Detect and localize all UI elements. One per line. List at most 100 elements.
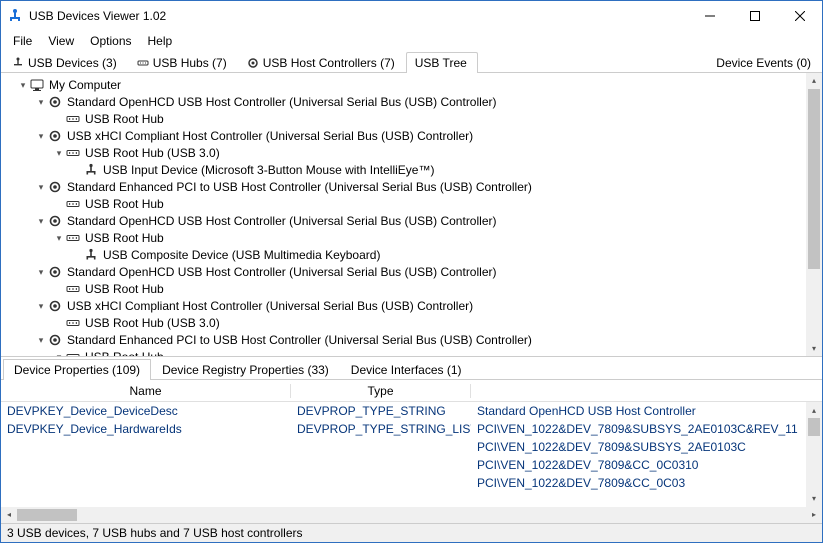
tree-label: Standard Enhanced PCI to USB Host Contro… (65, 180, 532, 194)
tree-expander[interactable]: ▾ (35, 97, 47, 108)
scrollbar-thumb[interactable] (808, 418, 820, 436)
tree-label: USB Root Hub (83, 197, 164, 211)
table-horizontal-scrollbar[interactable]: ◂ ▸ (1, 507, 822, 523)
table-row[interactable]: PCI\VEN_1022&DEV_7809&CC_0C03 (1, 474, 822, 492)
gear-icon (47, 95, 63, 109)
tree-expander[interactable]: ▾ (17, 80, 29, 91)
tree-label: Standard OpenHCD USB Host Controller (Un… (65, 95, 496, 109)
usb-icon (12, 57, 24, 69)
tree-row[interactable]: ▾ USB Root Hub (5, 349, 822, 356)
gear-icon (47, 299, 63, 313)
tree-view[interactable]: ▾My Computer▾Standard OpenHCD USB Host C… (1, 73, 822, 356)
tab-label: USB Host Controllers (7) (263, 56, 395, 70)
hub-icon (137, 57, 149, 69)
vertical-scrollbar[interactable]: ▴ ▾ (806, 73, 822, 356)
tree-row[interactable]: ▾Standard OpenHCD USB Host Controller (U… (5, 213, 822, 230)
menu-view[interactable]: View (40, 32, 82, 50)
tab-label: USB Hubs (7) (153, 56, 227, 70)
tree-row[interactable]: USB Root Hub (5, 281, 822, 298)
property-table[interactable]: Name Type DEVPKEY_Device_DeviceDescDEVPR… (1, 380, 822, 507)
tree-label: Standard OpenHCD USB Host Controller (Un… (65, 265, 496, 279)
tab-usb-hubs[interactable]: USB Hubs (7) (128, 52, 238, 73)
gear-icon (247, 57, 259, 69)
tab-usb-devices[interactable]: USB Devices (3) (3, 52, 128, 73)
minimize-button[interactable] (687, 1, 732, 31)
scroll-right-arrow[interactable]: ▸ (806, 510, 822, 519)
cell-value: PCI\VEN_1022&DEV_7809&SUBSYS_2AE0103C&RE… (471, 422, 822, 436)
tab-usb-tree[interactable]: USB Tree (406, 52, 478, 73)
titlebar: USB Devices Viewer 1.02 (1, 1, 822, 31)
tree-expander[interactable]: ▾ (35, 335, 47, 346)
scroll-down-arrow[interactable]: ▾ (806, 491, 822, 507)
tree-label: USB Root Hub (83, 282, 164, 296)
scroll-up-arrow[interactable]: ▴ (806, 402, 822, 418)
menu-options[interactable]: Options (82, 32, 139, 50)
maximize-button[interactable] (732, 1, 777, 31)
tree-label: USB Root Hub (USB 3.0) (83, 316, 220, 330)
tree-label: USB Root Hub (83, 350, 164, 356)
hub-icon (65, 146, 81, 160)
tree-row[interactable]: ▾USB Root Hub (5, 230, 822, 247)
tree-expander[interactable]: ▾ (35, 301, 47, 312)
cell-value: Standard OpenHCD USB Host Controller (471, 404, 822, 418)
tree-row[interactable]: USB Root Hub (5, 196, 822, 213)
tree-expander[interactable]: ▾ (35, 267, 47, 278)
tree-expander[interactable]: ▾ (53, 352, 65, 356)
gear-icon (47, 214, 63, 228)
statusbar: 3 USB devices, 7 USB hubs and 7 USB host… (1, 523, 822, 542)
window-title: USB Devices Viewer 1.02 (29, 9, 166, 23)
tree-label: USB Composite Device (USB Multimedia Key… (101, 248, 380, 262)
header-type[interactable]: Type (291, 384, 471, 398)
tree-expander[interactable]: ▾ (35, 131, 47, 142)
tree-expander[interactable]: ▾ (35, 182, 47, 193)
tree-row[interactable]: USB Input Device (Microsoft 3-Button Mou… (5, 162, 822, 179)
scroll-up-arrow[interactable]: ▴ (806, 73, 822, 89)
tree-expander[interactable]: ▾ (53, 233, 65, 244)
gear-icon (47, 129, 63, 143)
tree-row[interactable]: ▾My Computer (5, 77, 822, 94)
scroll-down-arrow[interactable]: ▾ (806, 340, 822, 356)
status-text: 3 USB devices, 7 USB hubs and 7 USB host… (7, 526, 302, 540)
tree-row[interactable]: ▾ Standard OpenHCD USB Host Controller (U… (5, 264, 822, 281)
header-name[interactable]: Name (1, 384, 291, 398)
tree-row[interactable]: ▾USB xHCI Compliant Host Controller (Uni… (5, 298, 822, 315)
top-tabstrip: USB Devices (3) USB Hubs (7) USB Host Co… (1, 50, 822, 73)
tab-label: Device Registry Properties (33) (162, 363, 329, 377)
tree-row[interactable]: ▾USB Root Hub (USB 3.0) (5, 145, 822, 162)
tab-device-properties[interactable]: Device Properties (109) (3, 359, 151, 380)
hub-icon (65, 231, 81, 245)
scrollbar-thumb[interactable] (17, 509, 77, 521)
tree-row[interactable]: ▾USB xHCI Compliant Host Controller (Uni… (5, 128, 822, 145)
tree-row[interactable]: USB Root Hub (5, 111, 822, 128)
table-header: Name Type (1, 380, 822, 402)
tab-device-events[interactable]: Device Events (0) (707, 52, 822, 73)
table-row[interactable]: PCI\VEN_1022&DEV_7809&CC_0C0310 (1, 456, 822, 474)
table-row[interactable]: DEVPKEY_Device_DeviceDescDEVPROP_TYPE_ST… (1, 402, 822, 420)
cell-value: PCI\VEN_1022&DEV_7809&CC_0C03 (471, 476, 822, 490)
menu-file[interactable]: File (5, 32, 40, 50)
tree-row[interactable]: ▾ Standard Enhanced PCI to USB Host Contr… (5, 179, 822, 196)
tree-row[interactable]: ▾Standard Enhanced PCI to USB Host Contr… (5, 332, 822, 349)
table-vertical-scrollbar[interactable]: ▴ ▾ (806, 402, 822, 507)
hub-icon (65, 350, 81, 356)
scrollbar-thumb[interactable] (808, 89, 820, 269)
tree-label: USB Input Device (Microsoft 3-Button Mou… (101, 163, 434, 177)
tree-row[interactable]: USB Composite Device (USB Multimedia Key… (5, 247, 822, 264)
tree-expander[interactable]: ▾ (35, 216, 47, 227)
tab-registry-properties[interactable]: Device Registry Properties (33) (151, 359, 340, 380)
tab-device-interfaces[interactable]: Device Interfaces (1) (340, 359, 473, 380)
tree-row[interactable]: USB Root Hub (USB 3.0) (5, 315, 822, 332)
menu-help[interactable]: Help (140, 32, 181, 50)
cell-type: DEVPROP_TYPE_STRING (291, 404, 471, 418)
tree-row[interactable]: ▾ Standard OpenHCD USB Host Controller (U… (5, 94, 822, 111)
hub-icon (65, 197, 81, 211)
tree-expander[interactable]: ▾ (53, 148, 65, 159)
close-button[interactable] (777, 1, 822, 31)
hub-icon (65, 282, 81, 296)
table-row[interactable]: DEVPKEY_Device_HardwareIdsDEVPROP_TYPE_S… (1, 420, 822, 438)
cell-name: DEVPKEY_Device_DeviceDesc (1, 404, 291, 418)
tab-host-controllers[interactable]: USB Host Controllers (7) (238, 52, 406, 73)
table-row[interactable]: PCI\VEN_1022&DEV_7809&SUBSYS_2AE0103C (1, 438, 822, 456)
scroll-left-arrow[interactable]: ◂ (1, 510, 17, 519)
hub-icon (65, 112, 81, 126)
